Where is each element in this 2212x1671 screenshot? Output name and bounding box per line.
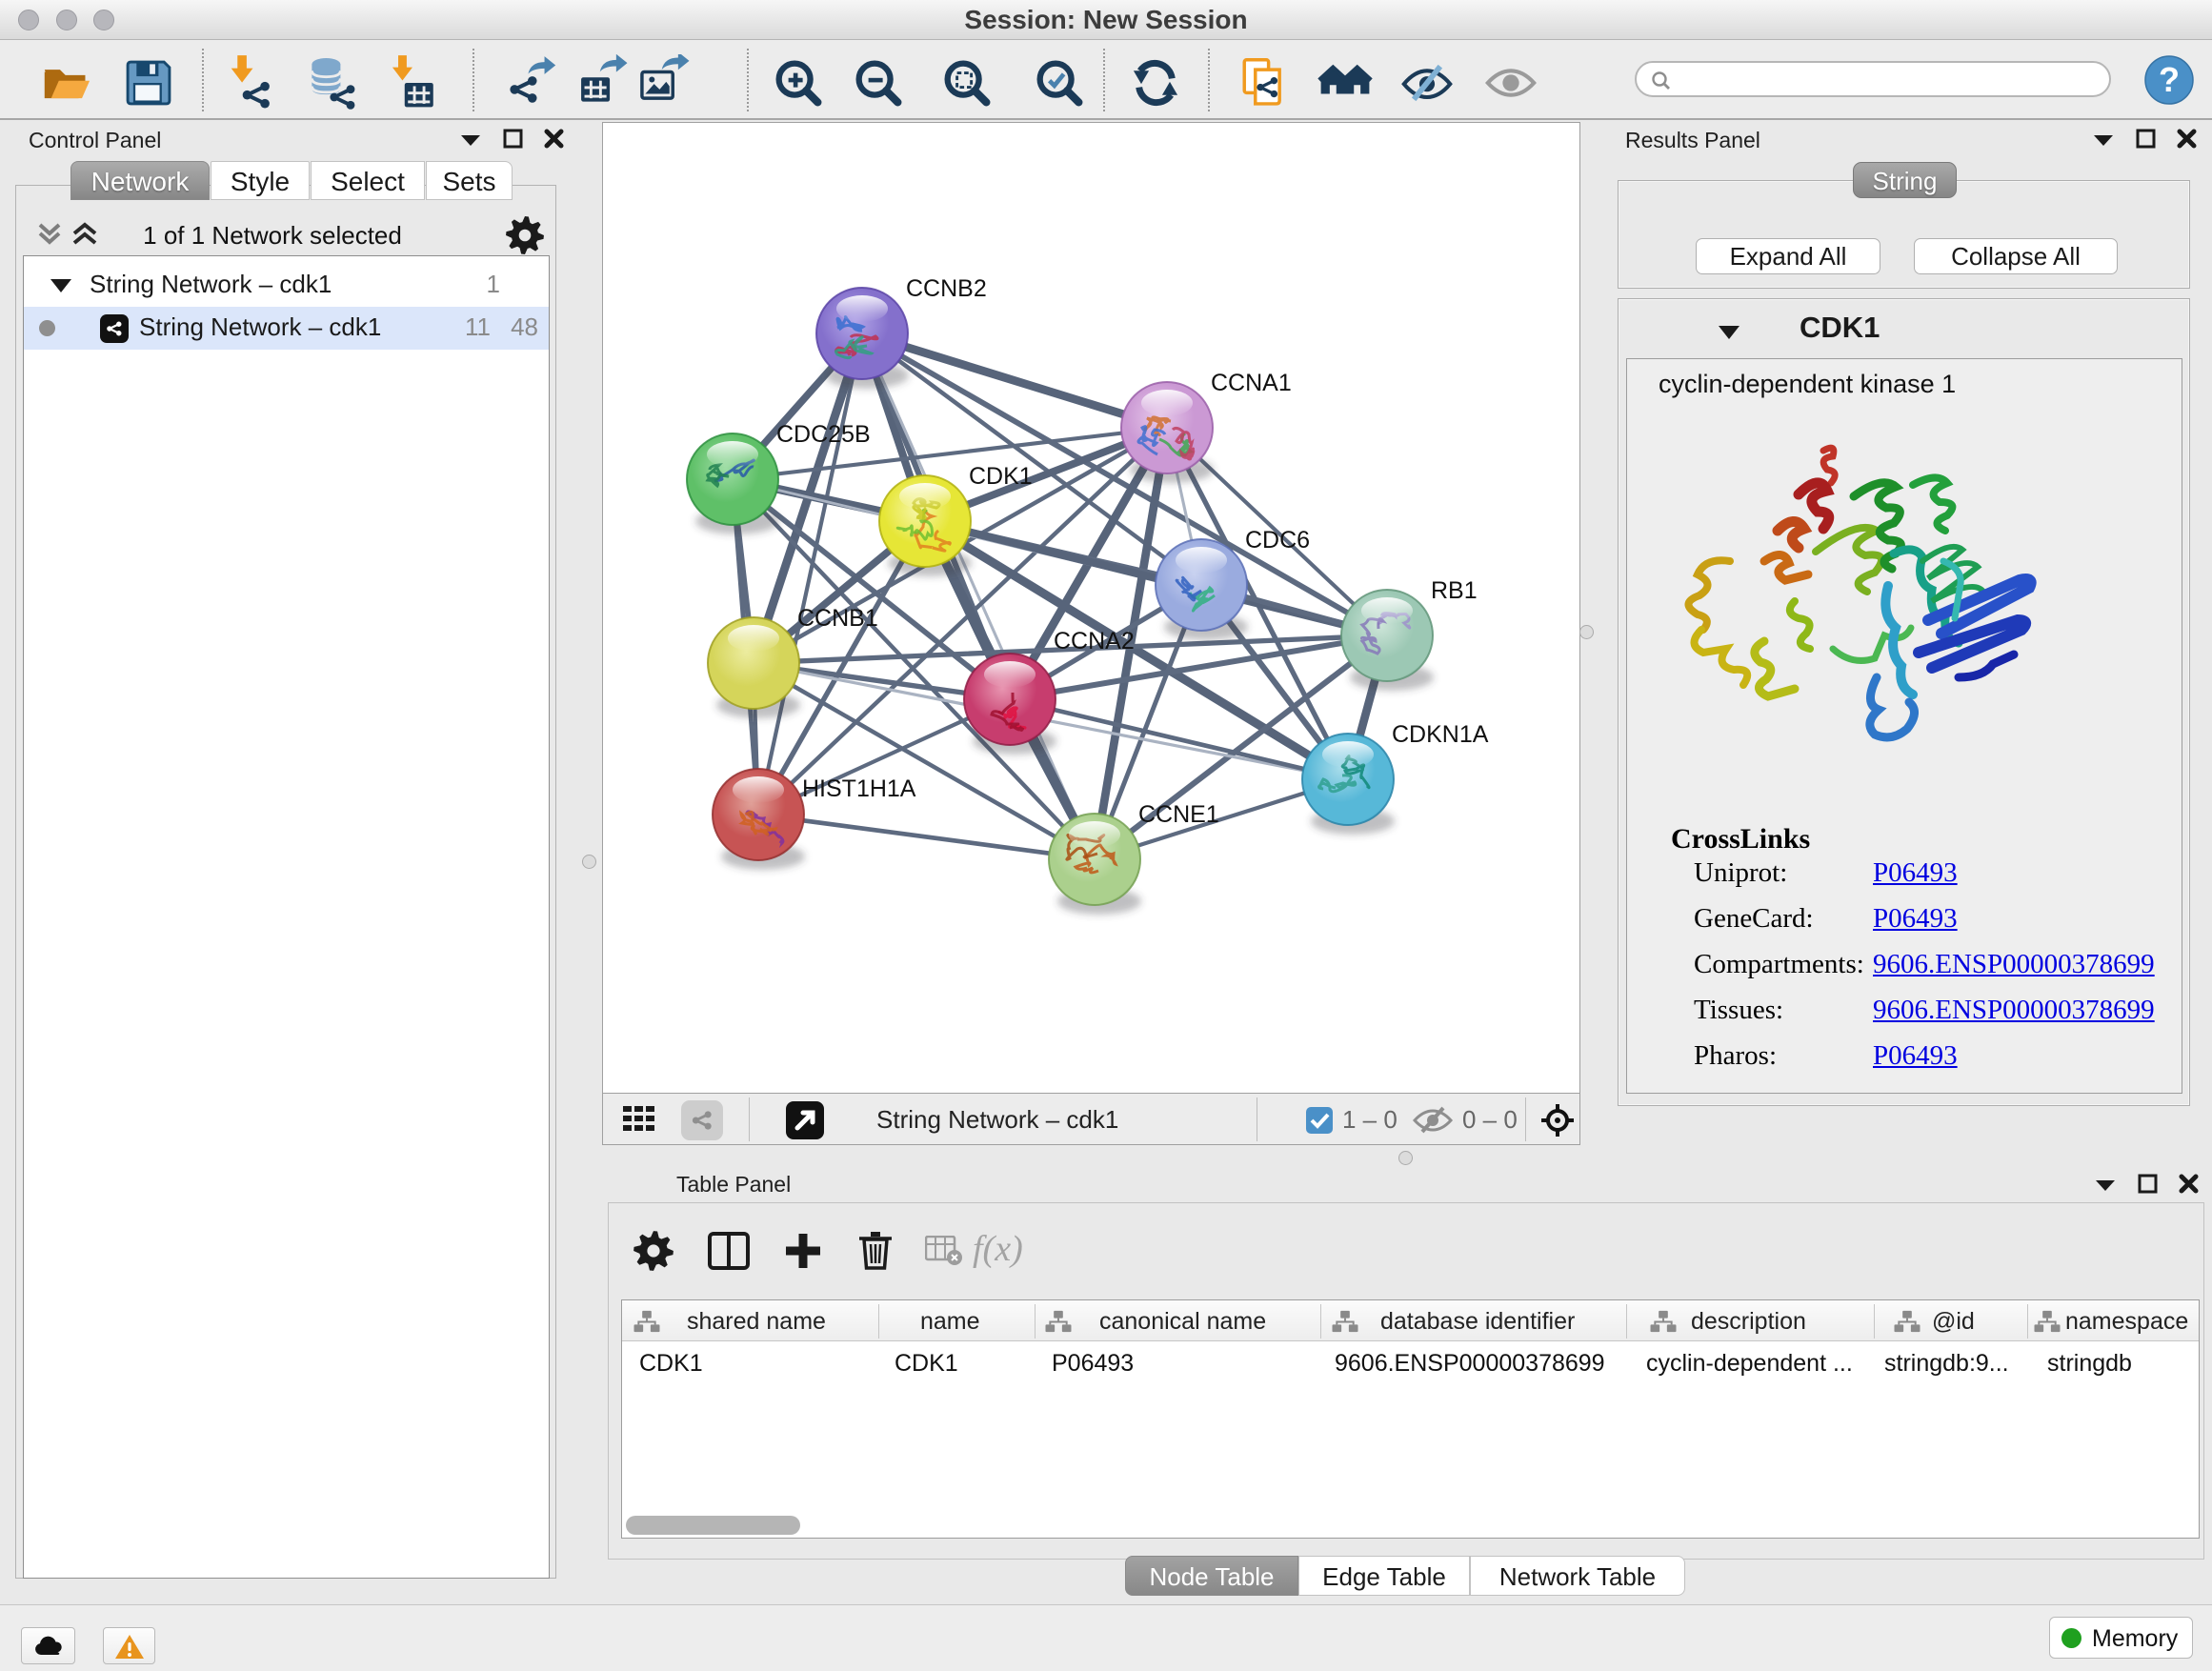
svg-text:CDKN1A: CDKN1A <box>1392 721 1489 748</box>
svg-text:CDK1: CDK1 <box>969 463 1033 490</box>
svg-text:CCNB2: CCNB2 <box>906 275 987 302</box>
svg-text:CDC25B: CDC25B <box>776 421 871 448</box>
svg-text:HIST1H1A: HIST1H1A <box>802 775 916 802</box>
svg-text:CCNA1: CCNA1 <box>1211 370 1292 396</box>
svg-text:?: ? <box>2159 60 2180 99</box>
svg-text:CCNA2: CCNA2 <box>1054 628 1135 654</box>
svg-text:CDC6: CDC6 <box>1245 527 1310 554</box>
svg-text:CCNE1: CCNE1 <box>1138 801 1219 828</box>
svg-text:CCNB1: CCNB1 <box>797 605 878 632</box>
svg-text:RB1: RB1 <box>1431 577 1478 604</box>
